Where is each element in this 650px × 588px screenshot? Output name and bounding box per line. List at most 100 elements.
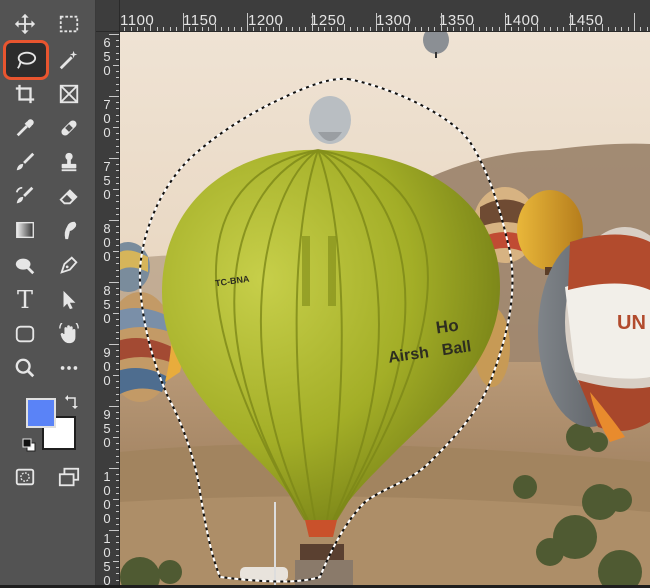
ruler-tick [116, 362, 119, 364]
red-balloon-text: UN [617, 312, 646, 334]
path-selection-tool[interactable] [52, 285, 86, 315]
history-brush-tool[interactable] [8, 181, 42, 211]
pen-tool[interactable] [52, 250, 86, 280]
ruler-tick [537, 24, 539, 31]
smudge-tool[interactable] [52, 215, 86, 245]
ruler-tick [395, 27, 397, 31]
ruler-tick [113, 189, 119, 190]
ruler-tick [116, 337, 119, 339]
ruler-tick [109, 34, 119, 35]
ruler-tick [116, 567, 119, 569]
ruler-tick [116, 46, 119, 48]
horizontal-ruler[interactable]: 1100 1150 1200 1250 1300 1350 1400 1450 [96, 0, 650, 32]
ruler-tick [116, 368, 119, 370]
ruler-origin[interactable] [96, 0, 120, 32]
crop-tool[interactable] [8, 79, 42, 109]
ruler-tick [116, 424, 119, 426]
lasso-tool[interactable] [3, 40, 49, 80]
ruler-tick [163, 27, 165, 31]
type-tool[interactable]: T [8, 285, 42, 315]
ruler-tick [434, 27, 436, 31]
ruler-tick [627, 27, 629, 31]
healing-brush-tool[interactable] [52, 113, 86, 143]
gradient-tool[interactable] [8, 215, 42, 245]
ruler-tick [116, 257, 119, 259]
ruler-tick [116, 536, 119, 538]
ruler-tick [330, 27, 332, 31]
ruler-tick [646, 27, 648, 31]
ruler-digit: 5 [103, 421, 111, 436]
rotate-view-tool[interactable] [52, 319, 86, 349]
ruler-tick [498, 27, 500, 31]
ruler-tick [116, 579, 119, 581]
ruler-tick [116, 393, 119, 395]
quick-mask-button[interactable] [8, 462, 42, 492]
ruler-tick [116, 170, 119, 172]
ruler-tick [201, 27, 203, 31]
ruler-tick [466, 27, 468, 31]
ruler-tick [575, 27, 577, 31]
ruler-tick [634, 13, 635, 31]
ruler-tick [137, 27, 139, 31]
photo-hot-air-balloons [120, 32, 650, 585]
ruler-tick [169, 27, 171, 31]
ruler-tick [116, 517, 119, 519]
shape-tool[interactable] [8, 319, 42, 349]
ruler-tick [446, 27, 448, 31]
ruler-tick [427, 27, 429, 31]
ruler-tick [116, 511, 119, 513]
document-canvas[interactable]: TC-BNA Ho Airsh Ball UN [120, 32, 650, 585]
hand-icon [59, 323, 79, 344]
eyedropper-tool[interactable] [8, 113, 42, 143]
ruler-tick [116, 548, 119, 550]
ruler-digit: 0 [103, 511, 111, 526]
ruler-tick [317, 27, 319, 31]
magic-wand-tool[interactable] [52, 45, 86, 75]
marquee-tool[interactable] [52, 9, 86, 39]
ruler-tick [113, 251, 119, 252]
screen-mode-button[interactable] [52, 462, 86, 492]
more-tools[interactable] [52, 353, 86, 383]
ruler-tick [113, 65, 119, 66]
ruler-tick [130, 27, 132, 31]
default-colors-icon[interactable] [22, 438, 36, 452]
brush-tool[interactable] [8, 147, 42, 177]
ruler-tick [608, 27, 610, 31]
foreground-color-swatch[interactable] [26, 398, 56, 428]
ruler-tick [116, 300, 119, 302]
ruler-tick [113, 437, 119, 438]
ruler-digit: 0 [103, 63, 111, 78]
ruler-digit: 0 [103, 235, 111, 250]
ruler-tick [116, 486, 119, 488]
eraser-tool[interactable] [52, 181, 86, 211]
ruler-tick [116, 325, 119, 327]
ruler-tick [285, 27, 287, 31]
brush-icon [16, 152, 35, 171]
ruler-tick [116, 505, 119, 507]
ruler-tick [116, 294, 119, 296]
ruler-digit: 0 [103, 187, 111, 202]
ruler-tick [116, 40, 119, 42]
dodge-tool[interactable] [8, 250, 42, 280]
ruler-tick [240, 27, 242, 31]
ruler-tick [511, 27, 513, 31]
ruler-digit: 1 [103, 531, 111, 546]
ruler-digit: 5 [103, 49, 111, 64]
move-icon [14, 13, 36, 35]
ruler-tick [601, 24, 603, 31]
ruler-tick [116, 269, 119, 271]
ruler-tick [113, 313, 119, 314]
magic-wand-icon [59, 50, 78, 70]
vertical-ruler[interactable]: 6 5 0 7 0 0 7 5 0 8 0 0 8 5 0 9 0 0 9 5 … [96, 32, 120, 588]
ruler-digit: 7 [103, 97, 111, 112]
ruler-tick [116, 275, 119, 277]
clone-stamp-tool[interactable] [52, 147, 86, 177]
zoom-tool[interactable] [8, 353, 42, 383]
ruler-digit: 5 [103, 173, 111, 188]
frame-tool[interactable] [52, 79, 86, 109]
move-tool[interactable] [8, 9, 42, 39]
ruler-tick [517, 27, 519, 31]
ruler-tick [116, 176, 119, 178]
swap-colors-icon[interactable] [64, 394, 80, 410]
ruler-tick [116, 331, 119, 333]
